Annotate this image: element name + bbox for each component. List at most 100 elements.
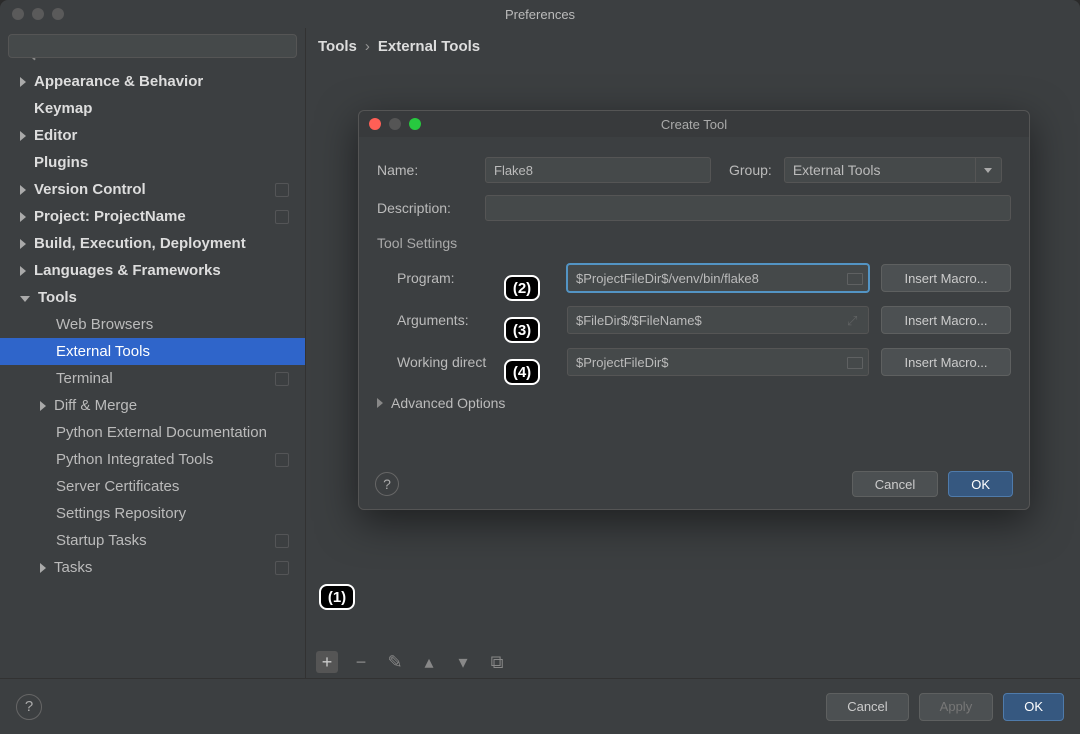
preferences-footer: ? Cancel Apply OK [0,678,1080,734]
breadcrumb-root: Tools [318,38,357,55]
sidebar-item-label: Python External Documentation [56,424,267,441]
description-input[interactable] [485,195,1011,221]
sidebar-item[interactable]: Keymap [0,95,305,122]
create-tool-dialog: Create Tool Name: Group: External Tools … [358,110,1030,510]
insert-macro-button[interactable]: Insert Macro... [881,348,1011,376]
sidebar-item[interactable]: Diff & Merge [0,392,305,419]
arguments-label: Arguments: [377,312,525,328]
annotation-3: (3) [504,317,540,343]
annotation-1: (1) [319,584,355,610]
chevron-right-icon [40,401,46,411]
cancel-button[interactable]: Cancel [826,693,908,721]
sidebar-item[interactable]: Web Browsers [0,311,305,338]
apply-button[interactable]: Apply [919,693,994,721]
sidebar-item-label: Languages & Frameworks [34,262,221,279]
sidebar-item[interactable]: Server Certificates [0,473,305,500]
sidebar-item[interactable]: Languages & Frameworks [0,257,305,284]
add-button[interactable]: + [316,651,338,673]
group-select[interactable]: External Tools [784,157,1002,183]
sidebar-item[interactable]: Version Control [0,176,305,203]
sidebar-item[interactable]: Editor [0,122,305,149]
name-label: Name: [377,162,485,178]
chevron-right-icon [20,212,26,222]
annotation-2: (2) [504,275,540,301]
sidebar-item[interactable]: Python External Documentation [0,419,305,446]
sidebar-item[interactable]: Plugins [0,149,305,176]
ok-button[interactable]: OK [948,471,1013,497]
settings-sidebar: Appearance & Behavior Keymap Editor Plugins… [0,28,306,678]
chevron-right-icon [40,563,46,573]
breadcrumb: Tools › External Tools [306,28,1080,64]
working-directory-input[interactable] [567,348,869,376]
project-icon [275,453,289,467]
project-icon [275,210,289,224]
tools-toolbar: + − ✎ ▴ ▾ ⧉ [316,646,508,678]
sidebar-item-label: Editor [34,127,77,144]
sidebar-item-label: External Tools [56,343,150,360]
group-value: External Tools [793,162,881,178]
project-icon [275,372,289,386]
sidebar-item[interactable]: Project: ProjectName [0,203,305,230]
insert-macro-button[interactable]: Insert Macro... [881,264,1011,292]
help-button[interactable]: ? [16,694,42,720]
chevron-right-icon: › [365,38,370,55]
arguments-input[interactable] [567,306,869,334]
remove-button[interactable]: − [350,651,372,673]
chevron-right-icon [377,398,383,408]
program-label: Program: [377,270,525,286]
sidebar-item[interactable]: Appearance & Behavior [0,68,305,95]
sidebar-item[interactable]: Python Integrated Tools [0,446,305,473]
chevron-down-icon [20,296,30,302]
program-input[interactable] [567,264,869,292]
edit-button[interactable]: ✎ [384,651,406,673]
move-up-button[interactable]: ▴ [418,651,440,673]
chevron-right-icon [20,239,26,249]
sidebar-item-label: Tasks [54,559,92,576]
chevron-right-icon [20,77,26,87]
project-icon [275,534,289,548]
sidebar-item[interactable]: Build, Execution, Deployment [0,230,305,257]
sidebar-item[interactable]: Startup Tasks [0,527,305,554]
search-input[interactable] [8,34,297,58]
chevron-right-icon [20,131,26,141]
dialog-titlebar: Create Tool [359,111,1029,137]
window-titlebar: Preferences [0,0,1080,28]
sidebar-item[interactable]: Tools [0,284,305,311]
sidebar-item-label: Tools [38,289,77,306]
sidebar-item-label: Plugins [34,154,88,171]
sidebar-item-label: Python Integrated Tools [56,451,213,468]
project-icon [275,561,289,575]
advanced-options-label: Advanced Options [391,395,505,411]
insert-macro-button[interactable]: Insert Macro... [881,306,1011,334]
dialog-title: Create Tool [359,117,1029,132]
help-button[interactable]: ? [375,472,399,496]
cancel-button[interactable]: Cancel [852,471,938,497]
advanced-options-toggle[interactable]: Advanced Options [377,395,1011,411]
sidebar-item[interactable]: Settings Repository [0,500,305,527]
move-down-button[interactable]: ▾ [452,651,474,673]
project-icon [275,183,289,197]
sidebar-item-label: Startup Tasks [56,532,147,549]
folder-icon[interactable] [847,270,863,286]
name-input[interactable] [485,157,711,183]
sidebar-item-label: Appearance & Behavior [34,73,203,90]
working-directory-label: Working direct [377,354,525,370]
folder-icon[interactable] [847,354,863,370]
tool-settings-label: Tool Settings [377,235,1011,251]
sidebar-item[interactable]: Tasks [0,554,305,581]
sidebar-item-label: Settings Repository [56,505,186,522]
sidebar-item-label: Version Control [34,181,146,198]
expand-icon[interactable] [847,312,863,328]
sidebar-item-label: Build, Execution, Deployment [34,235,246,252]
breadcrumb-leaf: External Tools [378,38,480,55]
chevron-right-icon [20,185,26,195]
sidebar-item[interactable]: External Tools [0,338,305,365]
copy-button[interactable]: ⧉ [486,651,508,673]
sidebar-item-label: Web Browsers [56,316,153,333]
description-label: Description: [377,200,485,216]
sidebar-item[interactable]: Terminal [0,365,305,392]
sidebar-item-label: Diff & Merge [54,397,137,414]
ok-button[interactable]: OK [1003,693,1064,721]
sidebar-item-label: Keymap [34,100,92,117]
settings-tree: Appearance & Behavior Keymap Editor Plugins… [0,64,305,678]
